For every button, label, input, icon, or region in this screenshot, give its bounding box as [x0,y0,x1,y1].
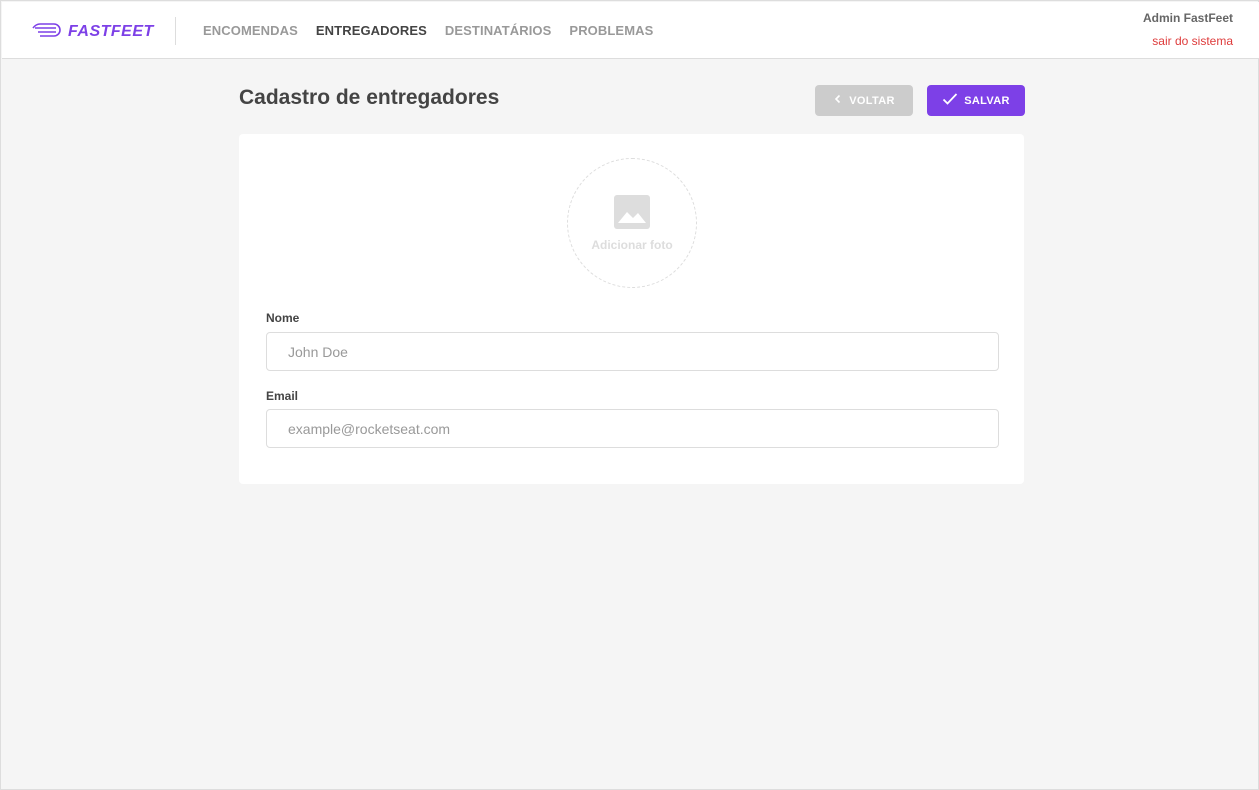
nav-item-destinatarios[interactable]: DESTINATÁRIOS [445,23,552,38]
email-field[interactable] [266,409,999,448]
save-button[interactable]: SALVAR [927,85,1025,116]
top-header: FASTFEET ENCOMENDAS ENTREGADORES DESTINA… [2,2,1259,59]
chevron-left-icon [833,94,843,107]
logo-text: FASTFEET [68,23,154,40]
nav-item-problemas[interactable]: PROBLEMAS [569,23,653,38]
email-label: Email [266,389,299,403]
back-button[interactable]: VOLTAR [815,85,913,116]
user-name: Admin FastFeet [1142,11,1233,25]
page-title: Cadastro de entregadores [239,86,500,109]
nav-item-entregadores[interactable]: ENTREGADORES [316,23,427,38]
form-card: Adicionar foto Nome Email [239,134,1024,484]
user-menu: Admin FastFeet sair do sistema [1143,10,1233,50]
avatar-label: Adicionar foto [591,237,673,252]
main-nav: ENCOMENDAS ENTREGADORES DESTINATÁRIOS PR… [203,2,653,59]
name-field[interactable] [266,332,999,371]
nav-item-encomendas[interactable]: ENCOMENDAS [203,23,298,38]
back-button-label: VOLTAR [849,94,895,107]
check-icon [942,92,958,109]
save-button-label: SALVAR [964,94,1010,107]
logout-link[interactable]: sair do sistema [1152,33,1233,49]
image-icon [614,194,650,234]
header-divider [175,17,176,45]
avatar-upload[interactable]: Adicionar foto [567,158,697,288]
app-frame: FASTFEET ENCOMENDAS ENTREGADORES DESTINA… [0,0,1259,790]
name-label: Nome [266,311,300,325]
truck-speed-icon [32,22,62,43]
logo[interactable]: FASTFEET [32,21,154,43]
